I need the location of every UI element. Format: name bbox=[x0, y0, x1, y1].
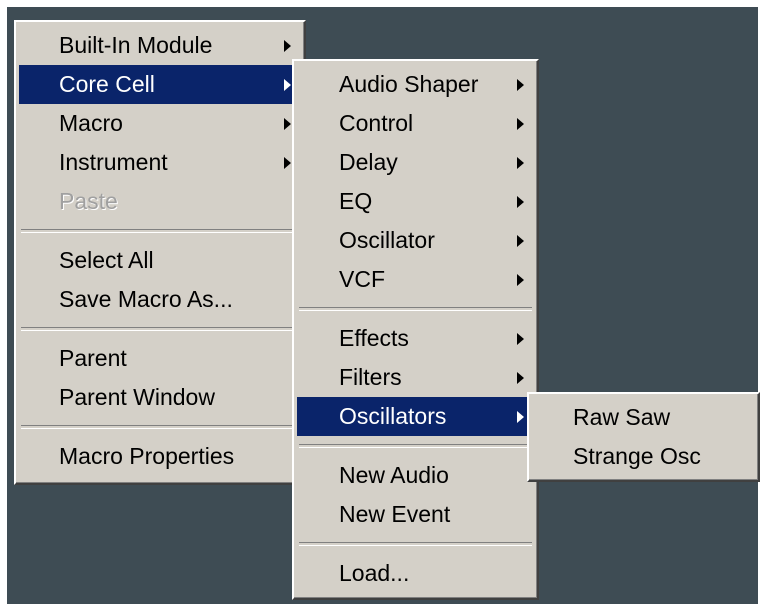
menu-item-eq[interactable]: EQ bbox=[297, 182, 534, 221]
menu-item-label: Parent bbox=[59, 345, 127, 371]
menu-item-label: Control bbox=[339, 110, 414, 136]
menu-item-select-all[interactable]: Select All bbox=[19, 241, 301, 280]
menu-item-label: Built-In Module bbox=[59, 32, 213, 58]
submenu-arrow-icon bbox=[517, 157, 524, 169]
menu-item-label: Oscillators bbox=[339, 403, 447, 429]
menu-item-label: Parent Window bbox=[59, 384, 215, 410]
context-menu: Built-In Module Core Cell Macro Instrume… bbox=[14, 20, 306, 485]
menu-item-raw-saw[interactable]: Raw Saw bbox=[532, 398, 755, 437]
oscillators-submenu: Raw Saw Strange Osc bbox=[527, 392, 760, 482]
menu-item-label: Macro bbox=[59, 110, 123, 136]
menu-item-paste: Paste bbox=[19, 182, 301, 221]
menu-item-core-cell[interactable]: Core Cell bbox=[19, 65, 301, 104]
menu-item-built-in-module[interactable]: Built-In Module bbox=[19, 26, 301, 65]
submenu-arrow-icon bbox=[517, 118, 524, 130]
menu-item-strange-osc[interactable]: Strange Osc bbox=[532, 437, 755, 476]
menu-item-label: Raw Saw bbox=[573, 404, 671, 430]
menu-item-label: Oscillator bbox=[339, 227, 435, 253]
menu-item-label: Paste bbox=[59, 188, 118, 214]
menu-item-control[interactable]: Control bbox=[297, 104, 534, 143]
submenu-arrow-icon bbox=[517, 333, 524, 345]
menu-item-label: New Audio bbox=[339, 462, 449, 488]
menu-item-save-macro-as[interactable]: Save Macro As... bbox=[19, 280, 301, 319]
menu-item-audio-shaper[interactable]: Audio Shaper bbox=[297, 65, 534, 104]
menu-item-label: Effects bbox=[339, 325, 409, 351]
menu-item-oscillators[interactable]: Oscillators bbox=[297, 397, 534, 436]
submenu-arrow-icon bbox=[517, 79, 524, 91]
menu-item-label: Audio Shaper bbox=[339, 71, 479, 97]
menu-item-delay[interactable]: Delay bbox=[297, 143, 534, 182]
submenu-arrow-icon bbox=[517, 411, 524, 423]
menu-separator bbox=[299, 444, 532, 448]
submenu-arrow-icon bbox=[517, 372, 524, 384]
menu-item-label: Instrument bbox=[59, 149, 168, 175]
submenu-arrow-icon bbox=[284, 79, 291, 91]
menu-item-new-event[interactable]: New Event bbox=[297, 495, 534, 534]
menu-item-parent[interactable]: Parent bbox=[19, 339, 301, 378]
menu-item-instrument[interactable]: Instrument bbox=[19, 143, 301, 182]
submenu-arrow-icon bbox=[284, 157, 291, 169]
core-cell-submenu: Audio Shaper Control Delay EQ Oscillator… bbox=[292, 59, 539, 600]
menu-item-macro[interactable]: Macro bbox=[19, 104, 301, 143]
menu-item-label: Filters bbox=[339, 364, 402, 390]
submenu-arrow-icon bbox=[284, 40, 291, 52]
menu-item-label: New Event bbox=[339, 501, 451, 527]
menu-item-label: Load... bbox=[339, 560, 410, 586]
menu-item-label: Save Macro As... bbox=[59, 286, 233, 312]
menu-separator bbox=[21, 425, 299, 429]
menu-item-vcf[interactable]: VCF bbox=[297, 260, 534, 299]
menu-item-new-audio[interactable]: New Audio bbox=[297, 456, 534, 495]
menu-item-label: VCF bbox=[339, 266, 385, 292]
submenu-arrow-icon bbox=[517, 274, 524, 286]
menu-item-label: Strange Osc bbox=[573, 443, 701, 469]
submenu-arrow-icon bbox=[517, 196, 524, 208]
menu-separator bbox=[21, 229, 299, 233]
menu-item-label: EQ bbox=[339, 188, 373, 214]
menu-item-filters[interactable]: Filters bbox=[297, 358, 534, 397]
menu-separator bbox=[299, 307, 532, 311]
menu-separator bbox=[21, 327, 299, 331]
menu-item-oscillator[interactable]: Oscillator bbox=[297, 221, 534, 260]
submenu-arrow-icon bbox=[284, 118, 291, 130]
menu-item-label: Macro Properties bbox=[59, 443, 235, 469]
menu-item-parent-window[interactable]: Parent Window bbox=[19, 378, 301, 417]
menu-item-label: Delay bbox=[339, 149, 398, 175]
menu-item-label: Core Cell bbox=[59, 71, 155, 97]
menu-item-label: Select All bbox=[59, 247, 154, 273]
menu-item-effects[interactable]: Effects bbox=[297, 319, 534, 358]
submenu-arrow-icon bbox=[517, 235, 524, 247]
menu-item-load[interactable]: Load... bbox=[297, 554, 534, 593]
menu-item-macro-properties[interactable]: Macro Properties bbox=[19, 437, 301, 476]
menu-separator bbox=[299, 542, 532, 546]
